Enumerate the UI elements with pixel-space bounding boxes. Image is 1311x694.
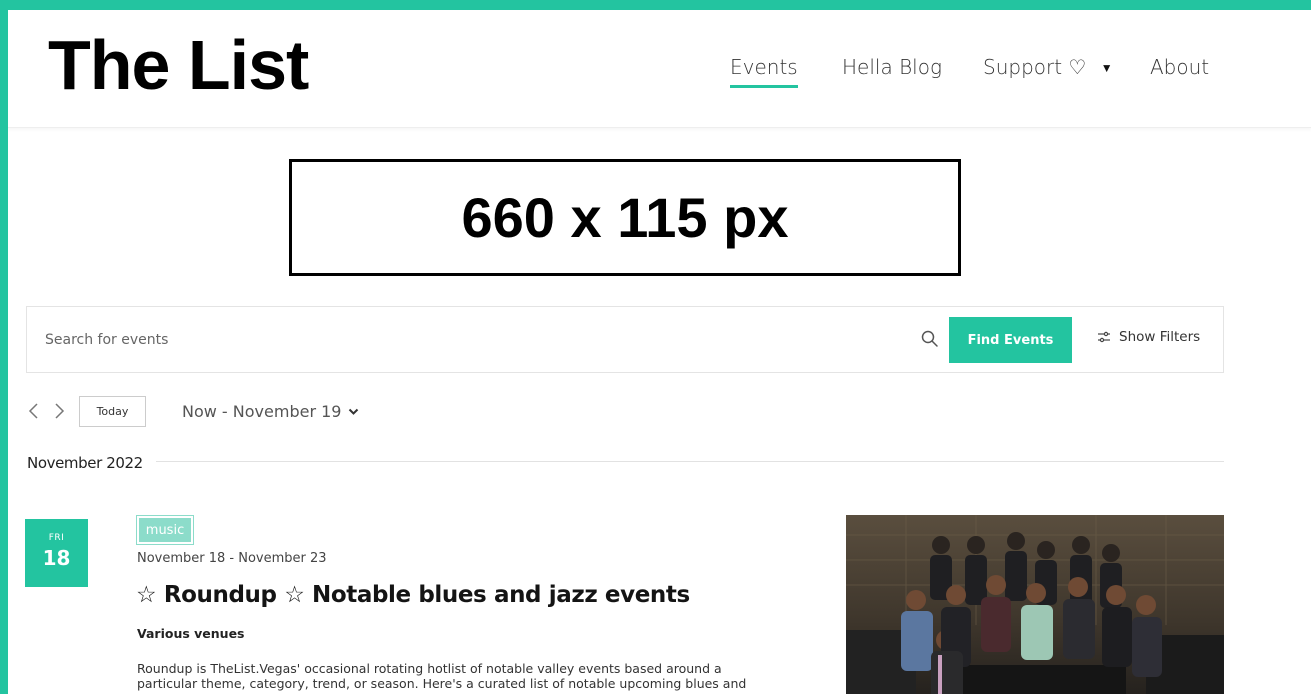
chevron-right-icon[interactable] <box>52 402 66 420</box>
event-venue: Various venues <box>137 626 245 641</box>
event-day-number: 18 <box>42 546 71 570</box>
event-title[interactable]: ☆ Roundup ☆ Notable blues and jazz event… <box>136 582 690 608</box>
nav-item-label: About <box>1150 55 1210 79</box>
nav-item-events[interactable]: Events <box>730 55 798 88</box>
find-events-button[interactable]: Find Events <box>949 317 1072 363</box>
page: The List Events Hella Blog Support ♡ ▼ A… <box>8 10 1311 694</box>
event-date-range: November 18 - November 23 <box>137 551 327 566</box>
caret-down-icon: ▼ <box>1100 61 1113 75</box>
site-logo[interactable]: The List <box>48 30 309 100</box>
nav-item-support[interactable]: Support ♡ ▼ <box>983 55 1113 79</box>
filter-icon <box>1098 331 1110 343</box>
date-range-label: Now - November 19 <box>182 402 342 421</box>
nav-item-label: Support ♡ <box>983 55 1087 79</box>
event-category-tag[interactable]: music <box>136 515 194 545</box>
event-description: Roundup is TheList.Vegas' occasional rot… <box>137 661 747 691</box>
show-filters-label: Show Filters <box>1119 329 1201 345</box>
date-range-selector[interactable]: Now - November 19 <box>182 402 359 421</box>
nav-item-label: Hella Blog <box>842 55 942 79</box>
site-header: The List Events Hella Blog Support ♡ ▼ A… <box>8 10 1311 128</box>
month-separator: November 2022 <box>27 454 143 472</box>
event-day-of-week: FRI <box>48 533 65 543</box>
search-icon <box>921 330 938 347</box>
band-photo <box>846 515 1224 694</box>
event-date-badge: FRI 18 <box>25 519 88 587</box>
today-button[interactable]: Today <box>79 396 146 427</box>
event-search-bar: Find Events Show Filters <box>26 306 1224 373</box>
nav-item-label: Events <box>730 55 798 79</box>
chevron-down-icon <box>349 408 359 415</box>
event-image[interactable] <box>846 515 1224 694</box>
nav-item-about[interactable]: About <box>1150 55 1209 79</box>
ad-banner[interactable]: 660 x 115 px <box>289 159 961 276</box>
show-filters-button[interactable]: Show Filters <box>1097 329 1200 345</box>
nav-item-blog[interactable]: Hella Blog <box>842 55 942 79</box>
month-divider <box>156 461 1224 462</box>
search-input[interactable] <box>45 327 905 353</box>
ad-banner-label: 660 x 115 px <box>461 186 789 249</box>
chevron-left-icon[interactable] <box>27 402 41 420</box>
date-navigation: Today Now - November 19 <box>8 396 1311 428</box>
